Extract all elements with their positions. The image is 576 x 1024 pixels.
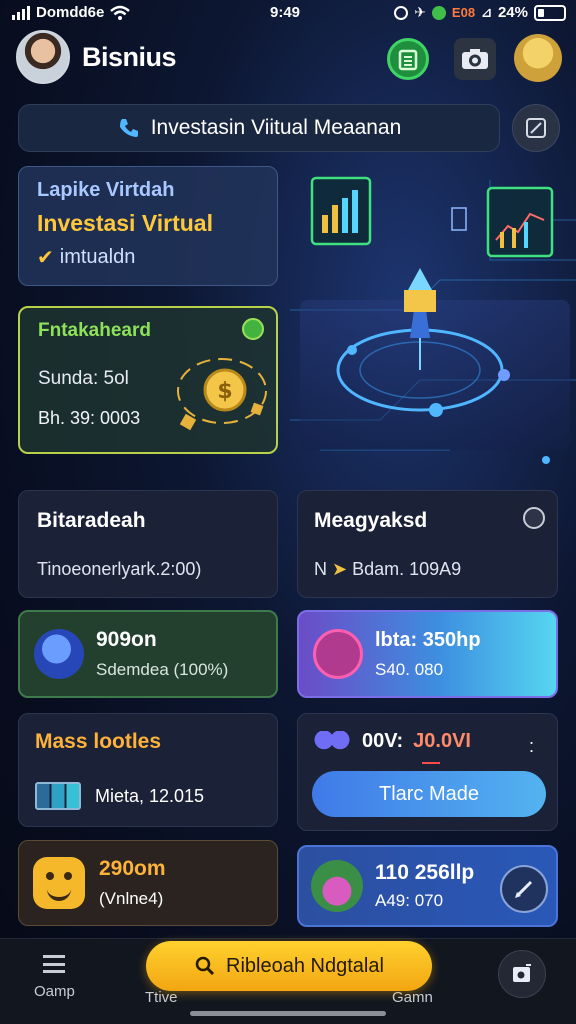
alarm-icon xyxy=(394,5,409,20)
phone-icon xyxy=(119,119,138,137)
network-badge: E08 xyxy=(451,5,476,20)
verified-icon xyxy=(242,318,264,340)
pencil-icon xyxy=(515,880,533,898)
home-indicator xyxy=(190,1011,386,1016)
status-bar: Domdd6e 9:49 ✈ E08 ⊿ 24% xyxy=(0,0,576,28)
nav-home[interactable]: Oamp xyxy=(34,955,75,1000)
card-text: 909on Sdemdea (100%) xyxy=(96,628,228,680)
info-icon[interactable] xyxy=(523,507,545,529)
edit-button[interactable] xyxy=(500,865,548,913)
card-text: 290om (Vnlne4) xyxy=(99,857,166,909)
card-detail-row: Mieta, 12.015 xyxy=(35,782,261,810)
card-title: Bitaradeah xyxy=(37,509,146,532)
card-909on[interactable]: 909on Sdemdea (100%) xyxy=(18,610,278,698)
card-subtitle-row: N ➤ Bdam. 109A9 xyxy=(314,559,541,580)
card-title: 110 256llp xyxy=(375,861,475,884)
carrier-label: Domdd6e xyxy=(36,4,105,21)
search-bar[interactable]: Investasin Viitual Meaanan xyxy=(18,104,500,152)
dashboard-icon xyxy=(35,782,81,810)
status-time: 9:49 xyxy=(270,4,301,21)
card-title: Meagyaksd xyxy=(314,509,428,532)
location-icon xyxy=(431,5,446,20)
card-subtitle: (Vnlne4) xyxy=(99,889,164,908)
camera-button[interactable] xyxy=(454,38,496,80)
card-text: lbta: 350hp S40. 080 xyxy=(375,629,481,680)
chart-card-left-icon xyxy=(310,176,372,246)
chart-card-right-icon xyxy=(486,186,554,258)
card-title: Mass lootles xyxy=(35,730,162,753)
page-title: Bisnius xyxy=(82,42,177,72)
nav-trade-label: Ttive xyxy=(145,989,178,1006)
card-text: 110 256llp A49: 070 xyxy=(375,861,474,911)
nav-camera-button[interactable] xyxy=(498,950,546,998)
card-title: 290om xyxy=(99,857,166,880)
card-prefix: N xyxy=(314,559,327,579)
camera-icon xyxy=(462,49,488,69)
nav-game[interactable]: Gamn xyxy=(392,989,433,1006)
battery-icon xyxy=(534,4,566,21)
smiley-icon xyxy=(33,857,85,909)
card-meagaksd[interactable]: Meagyaksd N ➤ Bdam. 109A9 xyxy=(297,490,558,598)
coin-card-title: Fntakaheard xyxy=(38,320,151,341)
hero-illustration xyxy=(290,176,576,464)
coin-icon: $ xyxy=(177,358,267,431)
card-subtitle: S40. 080 xyxy=(375,659,444,679)
promo-kicker: Lapike Virtdah xyxy=(37,179,175,201)
card-00v[interactable]: 00V: J0.0VI : Tlarc Made xyxy=(297,713,558,831)
promo-card[interactable]: Lapike Virtdah Investasi Virtual ✔ imtua… xyxy=(18,166,278,286)
wallet-icon xyxy=(398,49,418,71)
card-subtitle: Bdam. 109A9 xyxy=(352,559,462,579)
search-icon xyxy=(195,956,215,976)
house-icon xyxy=(311,860,363,912)
shield-arrow-icon xyxy=(34,629,84,679)
primary-cta-button[interactable]: Ribleoah Ndgtalal xyxy=(146,941,432,991)
card-subtitle: Sdemdea (100%) xyxy=(96,660,229,679)
status-carrier: Domdd6e xyxy=(12,4,131,21)
compose-button[interactable] xyxy=(512,104,560,152)
cta-label: Ribleoah Ndgtalal xyxy=(226,954,384,977)
card-bitaradeah[interactable]: Bitaradeah Tinoeonerlyark.2:00) xyxy=(18,490,278,598)
card-lbta[interactable]: lbta: 350hp S40. 080 xyxy=(297,610,558,698)
signal-bars-icon: ⊿ xyxy=(481,4,492,20)
nav-game-label: Gamn xyxy=(392,989,433,1006)
coin-card[interactable]: Fntakaheard Sunda: 5ol Bh. 39: 0003 $ xyxy=(18,306,278,454)
card-title: 909on xyxy=(96,628,157,651)
svg-text:$: $ xyxy=(217,379,232,404)
card-title: lbta: 350hp xyxy=(375,628,481,651)
bluetooth-icon: ✈ xyxy=(414,4,426,20)
card-290om[interactable]: 290om (Vnlne4) xyxy=(18,840,278,926)
headset-icon xyxy=(313,629,363,679)
underline-accent xyxy=(422,762,440,764)
nav-home-label: Oamp xyxy=(34,983,75,1000)
card-title-a: 00V: xyxy=(362,730,404,752)
check-mark-icon: ✔ xyxy=(37,247,54,269)
promo-sub: ✔ imtualdn xyxy=(37,245,259,270)
signal-icon xyxy=(12,5,30,20)
search-text: Investasin Viitual Meaanan xyxy=(150,116,402,139)
status-right: ✈ E08 ⊿ 24% xyxy=(394,4,566,21)
promo-sub-text: imtualdn xyxy=(59,246,136,268)
arrow-icon: ➤ xyxy=(332,559,348,579)
card-detail: Mieta, 12.015 xyxy=(95,785,205,806)
card-110[interactable]: 110 256llp A49: 070 xyxy=(297,845,558,927)
more-menu-icon[interactable]: : xyxy=(529,736,535,757)
avatar[interactable] xyxy=(16,30,70,84)
wifi-icon xyxy=(110,5,131,20)
nav-trade[interactable]: Ttive xyxy=(145,989,178,1006)
battery-label: 24% xyxy=(497,4,528,21)
edit-icon xyxy=(526,118,546,138)
people-icon xyxy=(312,730,352,753)
card-subtitle: Tinoeonerlyark.2:00) xyxy=(37,559,202,579)
trade-mode-button[interactable]: Tlarc Made xyxy=(312,771,546,817)
profile-character-button[interactable] xyxy=(514,34,562,82)
menu-icon xyxy=(43,955,66,973)
photo-edit-icon xyxy=(513,964,531,982)
promo-headline: Investasi Virtual xyxy=(37,210,213,236)
wallet-button[interactable] xyxy=(387,38,429,80)
card-title-b: J0.0VI xyxy=(413,730,471,752)
card-title-row: 00V: J0.0VI xyxy=(312,730,543,753)
card-mass-lootles[interactable]: Mass lootles Mieta, 12.015 xyxy=(18,713,278,827)
card-subtitle: A49: 070 xyxy=(375,891,444,910)
